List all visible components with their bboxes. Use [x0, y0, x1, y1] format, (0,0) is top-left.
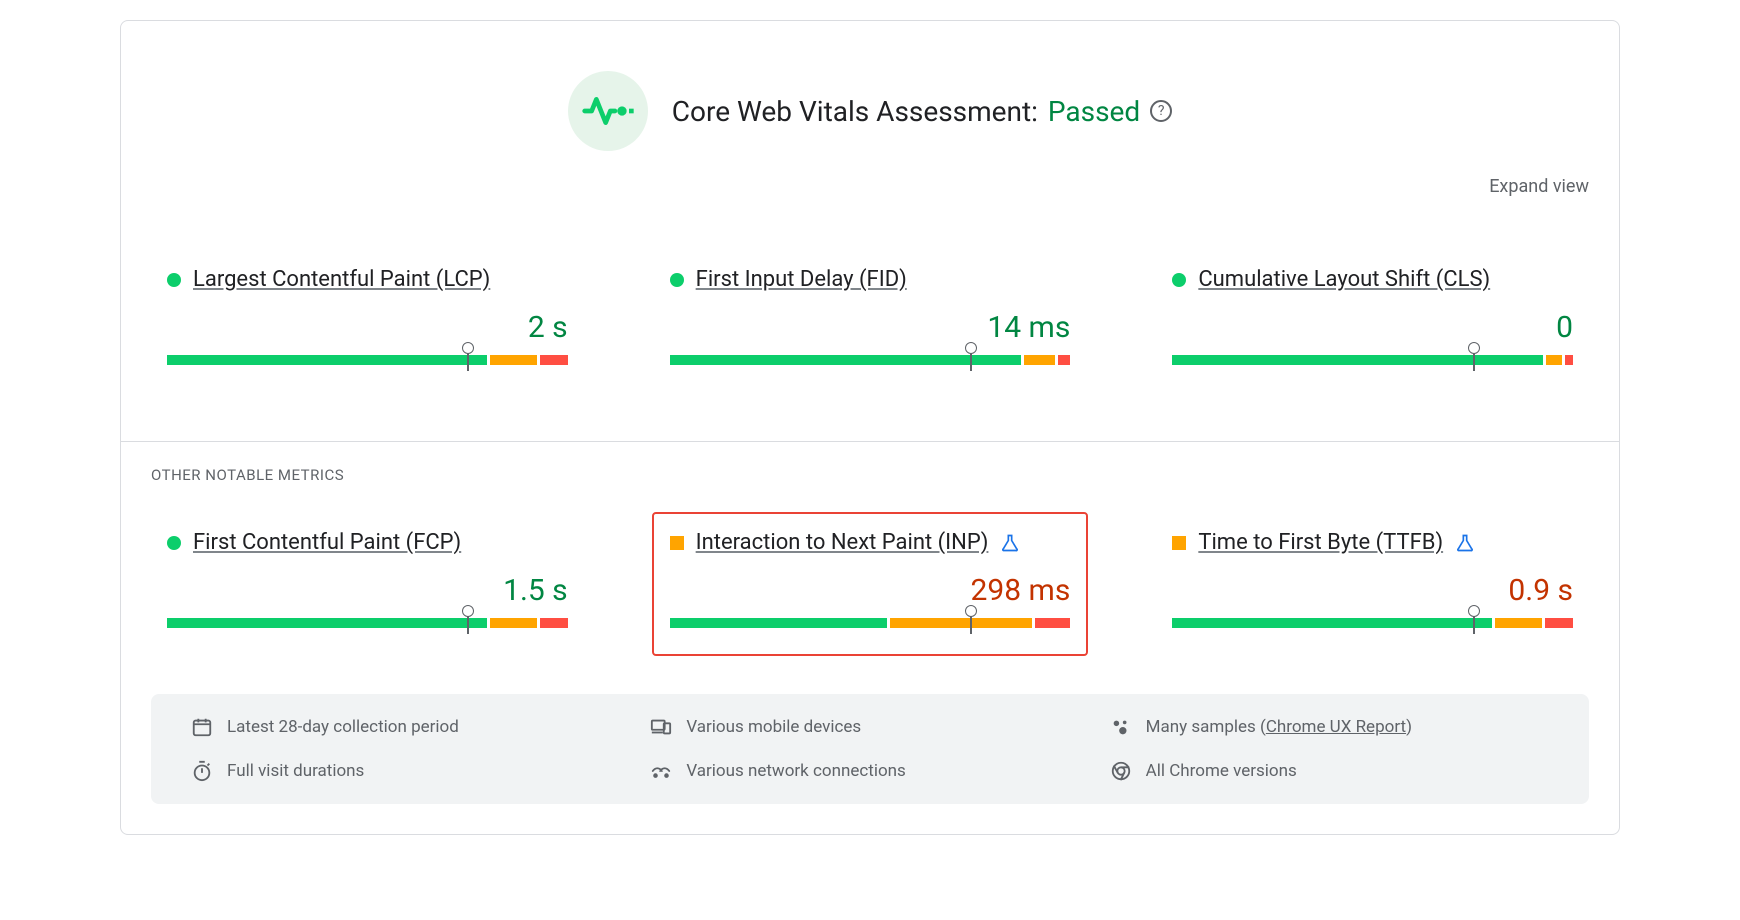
bar-segment-needs: [490, 355, 537, 365]
footer-devices-text: Various mobile devices: [686, 717, 861, 737]
bar-segment-good: [167, 618, 487, 628]
metric-header: Largest Contentful Paint (LCP): [167, 267, 568, 292]
footer-durations: Full visit durations: [191, 760, 630, 782]
pulse-icon: [568, 71, 648, 151]
metric-header: Cumulative Layout Shift (CLS): [1172, 267, 1573, 292]
bar-segment-needs: [1024, 355, 1056, 365]
flask-icon: [1455, 533, 1475, 553]
bar-segment-good: [1172, 355, 1543, 365]
bar-segment-poor: [1035, 618, 1071, 628]
help-icon[interactable]: ?: [1150, 100, 1172, 122]
metric-value: 0.9 s: [1172, 573, 1573, 608]
other-metrics-row: First Contentful Paint (FCP) 1.5 s Interac…: [151, 514, 1589, 654]
bar-segment-poor: [540, 618, 568, 628]
bar-segment-needs: [1546, 355, 1562, 365]
assessment-title-prefix: Core Web Vitals Assessment:: [672, 95, 1038, 128]
assessment-header: Core Web Vitals Assessment: Passed ?: [151, 71, 1589, 151]
bar-segment-poor: [1565, 355, 1573, 365]
bar-segment-good: [670, 618, 887, 628]
metric-card: Interaction to Next Paint (INP) 298 ms: [654, 514, 1087, 654]
metric-name-link[interactable]: Interaction to Next Paint (INP): [696, 530, 989, 555]
metric-card: First Input Delay (FID) 14 ms: [654, 251, 1087, 391]
metric-name-link[interactable]: First Contentful Paint (FCP): [193, 530, 461, 555]
bar-segment-needs: [490, 618, 537, 628]
metric-bar: [670, 355, 1071, 375]
metric-card: Largest Contentful Paint (LCP) 2 s: [151, 251, 584, 391]
status-dot-good-icon: [167, 273, 181, 287]
metric-name-link[interactable]: Cumulative Layout Shift (CLS): [1198, 267, 1490, 292]
metric-card: First Contentful Paint (FCP) 1.5 s: [151, 514, 584, 654]
expand-view-link[interactable]: Expand view: [1489, 176, 1589, 197]
bar-segment-poor: [1058, 355, 1070, 365]
metric-value: 2 s: [167, 310, 568, 345]
status-square-needs-icon: [670, 536, 684, 550]
chrome-icon: [1110, 760, 1132, 782]
metric-header: First Input Delay (FID): [670, 267, 1071, 292]
footer-period: Latest 28-day collection period: [191, 716, 630, 738]
network-icon: [650, 760, 672, 782]
status-dot-good-icon: [167, 536, 181, 550]
core-metrics-row: Largest Contentful Paint (LCP) 2 s First I…: [151, 251, 1589, 391]
stopwatch-icon: [191, 760, 213, 782]
metric-bar: [670, 618, 1071, 638]
samples-icon: [1110, 716, 1132, 738]
footer-connections: Various network connections: [650, 760, 1089, 782]
metric-bar: [1172, 618, 1573, 638]
flask-icon: [1000, 533, 1020, 553]
metric-card: Time to First Byte (TTFB) 0.9 s: [1156, 514, 1589, 654]
metric-value: 14 ms: [670, 310, 1071, 345]
calendar-icon: [191, 716, 213, 738]
metric-card: Cumulative Layout Shift (CLS) 0: [1156, 251, 1589, 391]
footer-versions-text: All Chrome versions: [1146, 761, 1297, 781]
status-square-needs-icon: [1172, 536, 1186, 550]
status-dot-good-icon: [1172, 273, 1186, 287]
metric-name-link[interactable]: Time to First Byte (TTFB): [1198, 530, 1443, 555]
metric-header: Time to First Byte (TTFB): [1172, 530, 1573, 555]
metric-header: First Contentful Paint (FCP): [167, 530, 568, 555]
bar-segment-good: [670, 355, 1021, 365]
footer-period-text: Latest 28-day collection period: [227, 717, 459, 737]
bar-segment-poor: [540, 355, 568, 365]
footer-durations-text: Full visit durations: [227, 761, 364, 781]
devices-icon: [650, 716, 672, 738]
assessment-title: Core Web Vitals Assessment: Passed ?: [672, 95, 1172, 128]
footer-connections-text: Various network connections: [686, 761, 906, 781]
divider: [121, 441, 1619, 442]
metric-bar: [167, 355, 568, 375]
other-metrics-label: OTHER NOTABLE METRICS: [151, 466, 1589, 484]
footer-samples: Many samples (Chrome UX Report): [1110, 716, 1549, 738]
web-vitals-card: Core Web Vitals Assessment: Passed ? Exp…: [120, 20, 1620, 835]
metric-header: Interaction to Next Paint (INP): [670, 530, 1071, 555]
bar-segment-needs: [890, 618, 1032, 628]
metric-name-link[interactable]: First Input Delay (FID): [696, 267, 907, 292]
metric-value: 298 ms: [670, 573, 1071, 608]
bar-segment-needs: [1495, 618, 1542, 628]
status-dot-good-icon: [670, 273, 684, 287]
metric-name-link[interactable]: Largest Contentful Paint (LCP): [193, 267, 490, 292]
crux-report-link[interactable]: Chrome UX Report: [1266, 717, 1406, 737]
bar-segment-poor: [1545, 618, 1573, 628]
metric-bar: [1172, 355, 1573, 375]
footer-devices: Various mobile devices: [650, 716, 1089, 738]
footer-info: Latest 28-day collection period Various …: [151, 694, 1589, 804]
metric-bar: [167, 618, 568, 638]
footer-samples-text: Many samples (Chrome UX Report): [1146, 717, 1412, 737]
bar-segment-good: [1172, 618, 1492, 628]
footer-versions: All Chrome versions: [1110, 760, 1549, 782]
assessment-status: Passed: [1048, 95, 1140, 128]
bar-segment-good: [167, 355, 487, 365]
metric-value: 1.5 s: [167, 573, 568, 608]
metric-value: 0: [1172, 310, 1573, 345]
